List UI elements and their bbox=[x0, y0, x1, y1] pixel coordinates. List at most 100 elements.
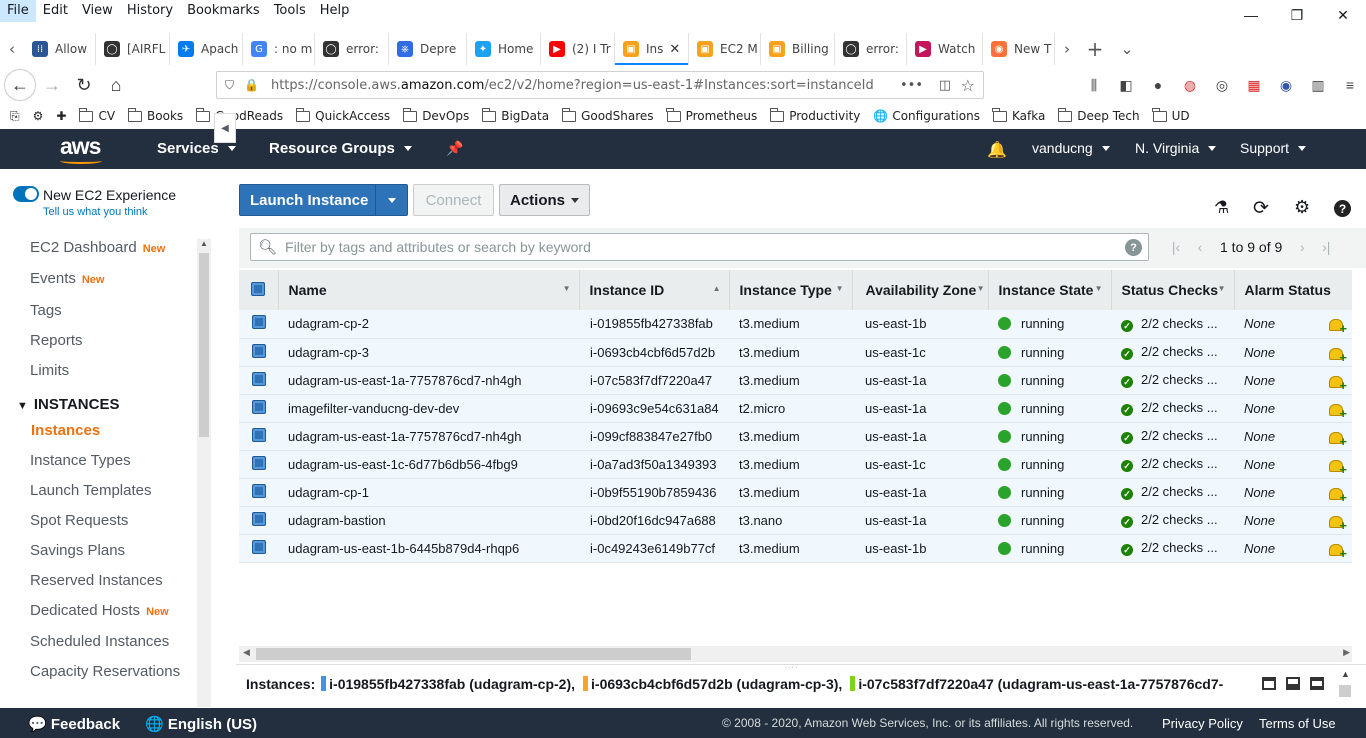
new-tab-icon[interactable]: + bbox=[1079, 33, 1111, 65]
row-checkbox-cell[interactable] bbox=[239, 506, 278, 535]
sidebar-item[interactable]: Dedicated Hosts New bbox=[30, 602, 169, 619]
tab-scroll-left-icon[interactable]: ‹ bbox=[0, 33, 24, 65]
browser-tab[interactable]: ⁞⁞ Allow bbox=[24, 33, 96, 65]
bookmark-folder[interactable]: Deep Tech bbox=[1057, 107, 1140, 123]
cell-status-checks[interactable]: ✓ 2/2 checks ... bbox=[1111, 338, 1234, 367]
horizontal-scrollbar[interactable]: ◀ ▶ bbox=[239, 646, 1352, 662]
sidebar-item[interactable]: Events New bbox=[30, 270, 104, 287]
hamburger-menu-icon[interactable]: ≡ bbox=[1334, 72, 1366, 98]
aws-logo[interactable]: aws bbox=[60, 133, 101, 160]
bookmark-folder[interactable]: BigData bbox=[481, 107, 549, 123]
connect-button[interactable]: Connect bbox=[413, 184, 494, 216]
pocket-icon[interactable]: ◫ bbox=[939, 78, 951, 93]
pin-icon[interactable]: 📌 bbox=[446, 140, 463, 157]
user-menu[interactable]: vanducng bbox=[1032, 140, 1110, 156]
instances-section-header[interactable]: ▼ INSTANCES bbox=[17, 396, 119, 413]
col-instance-id[interactable]: Instance ID ▲ bbox=[579, 270, 730, 310]
panel-scroll-up-icon[interactable]: ▲ bbox=[1341, 669, 1350, 679]
search-help-icon[interactable]: ? bbox=[1125, 239, 1142, 256]
row-checkbox[interactable] bbox=[252, 427, 266, 442]
row-checkbox-cell[interactable] bbox=[239, 366, 278, 395]
create-alarm-icon[interactable] bbox=[1328, 458, 1347, 477]
row-checkbox-cell[interactable] bbox=[239, 534, 278, 563]
sidebar-item[interactable]: Reserved Instances bbox=[30, 572, 163, 589]
table-row[interactable]: udagram-cp-3 i-0693cb4cbf6d57d2b t3.medium… bbox=[239, 338, 1352, 367]
table-row[interactable]: udagram-us-east-1a-7757876cd7-nh4gh i-099… bbox=[239, 422, 1352, 451]
sidebar-scroll-thumb[interactable] bbox=[199, 253, 209, 437]
extensions-icon[interactable]: ▥ bbox=[1302, 72, 1334, 98]
sidebar-item[interactable]: Reports bbox=[30, 332, 83, 349]
extension-icon[interactable]: ◍ bbox=[1174, 72, 1206, 98]
sidebar-icon[interactable]: ◧ bbox=[1110, 72, 1142, 98]
browser-tab[interactable]: ⎈ Depre bbox=[389, 33, 467, 65]
table-row[interactable]: imagefilter-vanducng-dev-dev i-09693c9e54… bbox=[239, 394, 1352, 423]
create-alarm-icon[interactable] bbox=[1328, 374, 1347, 393]
feedback-link[interactable]: 💬 Feedback bbox=[28, 715, 120, 733]
col-status-checks[interactable]: Status Checks ▼ bbox=[1111, 270, 1235, 310]
bookmark-folder[interactable]: DevOps bbox=[402, 107, 469, 123]
dock-full-icon[interactable] bbox=[1310, 677, 1324, 690]
menu-help[interactable]: Help bbox=[313, 0, 357, 22]
create-alarm-icon[interactable] bbox=[1328, 346, 1347, 365]
bookmark-folder[interactable]: UD bbox=[1152, 107, 1190, 123]
row-checkbox-cell[interactable] bbox=[239, 310, 278, 339]
help-icon[interactable]: ? bbox=[1334, 200, 1351, 217]
collapse-sidebar-icon[interactable]: ◀ bbox=[214, 113, 236, 143]
dock-half-icon[interactable] bbox=[1286, 677, 1300, 690]
bookmark-folder[interactable]: GoodShares bbox=[561, 107, 654, 123]
tell-us-link[interactable]: Tell us what you think bbox=[43, 206, 148, 218]
reload-icon[interactable]: ↻ bbox=[68, 69, 100, 101]
launch-dropdown-icon[interactable] bbox=[375, 185, 407, 215]
resize-handle[interactable]: ···· bbox=[784, 663, 799, 672]
tab-scroll-right-icon[interactable]: › bbox=[1055, 33, 1079, 65]
menu-file[interactable]: File bbox=[0, 0, 36, 22]
scroll-up-icon[interactable]: ▲ bbox=[200, 239, 208, 248]
table-row[interactable]: udagram-us-east-1b-6445b879d4-rhqp6 i-0c4… bbox=[239, 534, 1352, 563]
close-window-icon[interactable]: ✕ bbox=[1320, 0, 1366, 30]
row-checkbox[interactable] bbox=[252, 315, 266, 330]
row-checkbox[interactable] bbox=[252, 511, 266, 526]
row-checkbox[interactable] bbox=[252, 371, 266, 386]
create-alarm-icon[interactable] bbox=[1328, 317, 1347, 336]
menu-history[interactable]: History bbox=[120, 0, 180, 22]
bookmark-star-icon[interactable]: ☆ bbox=[961, 76, 975, 95]
scroll-left-icon[interactable]: ◀ bbox=[243, 647, 250, 658]
browser-tab[interactable]: ▣ Ins ✕ bbox=[615, 33, 689, 65]
sidebar-item[interactable]: Spot Requests bbox=[30, 512, 128, 529]
sidebar-item[interactable]: Scheduled Instances bbox=[30, 633, 169, 650]
scroll-right-icon[interactable]: ▶ bbox=[1343, 647, 1350, 658]
cell-status-checks[interactable]: ✓ 2/2 checks ... bbox=[1111, 422, 1234, 451]
row-checkbox[interactable] bbox=[252, 483, 266, 498]
search-input[interactable]: 🔍︎ Filter by tags and attributes or sear… bbox=[250, 233, 1149, 261]
bookmark-screenshot-icon[interactable]: ⎘ bbox=[10, 109, 20, 124]
browser-tab[interactable]: ▶ Watch bbox=[907, 33, 983, 65]
create-alarm-icon[interactable] bbox=[1328, 486, 1347, 505]
bookmark-folder[interactable]: 🌐 Configurations bbox=[873, 109, 980, 123]
row-checkbox[interactable] bbox=[252, 343, 266, 358]
table-row[interactable]: udagram-cp-1 i-0b9f55190b7859436 t3.medium… bbox=[239, 478, 1352, 507]
minimize-icon[interactable]: — bbox=[1228, 0, 1274, 30]
extension-3-icon[interactable]: ▦ bbox=[1238, 72, 1270, 98]
table-row[interactable]: udagram-cp-2 i-019855fb427338fab t3.medium… bbox=[239, 310, 1352, 339]
account-icon[interactable]: ● bbox=[1142, 72, 1174, 98]
sidebar-item[interactable]: Capacity Reservations bbox=[30, 663, 180, 680]
sidebar-item[interactable]: Instances bbox=[31, 422, 100, 439]
next-page-icon[interactable]: › bbox=[1290, 239, 1314, 255]
bookmark-folder[interactable]: Prometheus bbox=[666, 107, 757, 123]
forward-icon[interactable]: → bbox=[36, 69, 68, 101]
browser-tab[interactable]: ▣ Billing bbox=[761, 33, 835, 65]
shield-icon[interactable]: ⛉ bbox=[225, 78, 234, 93]
browser-tab[interactable]: ▶ (2) I Tr bbox=[541, 33, 615, 65]
cell-status-checks[interactable]: ✓ 2/2 checks ... bbox=[1111, 366, 1234, 395]
page-actions-icon[interactable]: ••• bbox=[900, 78, 923, 93]
url-text[interactable]: https://console.aws.amazon.com/ec2/v2/ho… bbox=[271, 78, 874, 93]
cell-status-checks[interactable]: ✓ 2/2 checks ... bbox=[1111, 534, 1234, 563]
cell-status-checks[interactable]: ✓ 2/2 checks ... bbox=[1111, 450, 1234, 479]
prev-page-icon[interactable]: ‹ bbox=[1188, 239, 1212, 255]
language-selector[interactable]: 🌐 English (US) bbox=[145, 715, 257, 733]
restore-icon[interactable]: ❐ bbox=[1274, 0, 1320, 30]
home-icon[interactable]: ⌂ bbox=[100, 69, 132, 101]
create-alarm-icon[interactable] bbox=[1328, 430, 1347, 449]
row-checkbox-cell[interactable] bbox=[239, 450, 278, 479]
refresh-icon[interactable]: ⟳ bbox=[1253, 197, 1269, 220]
